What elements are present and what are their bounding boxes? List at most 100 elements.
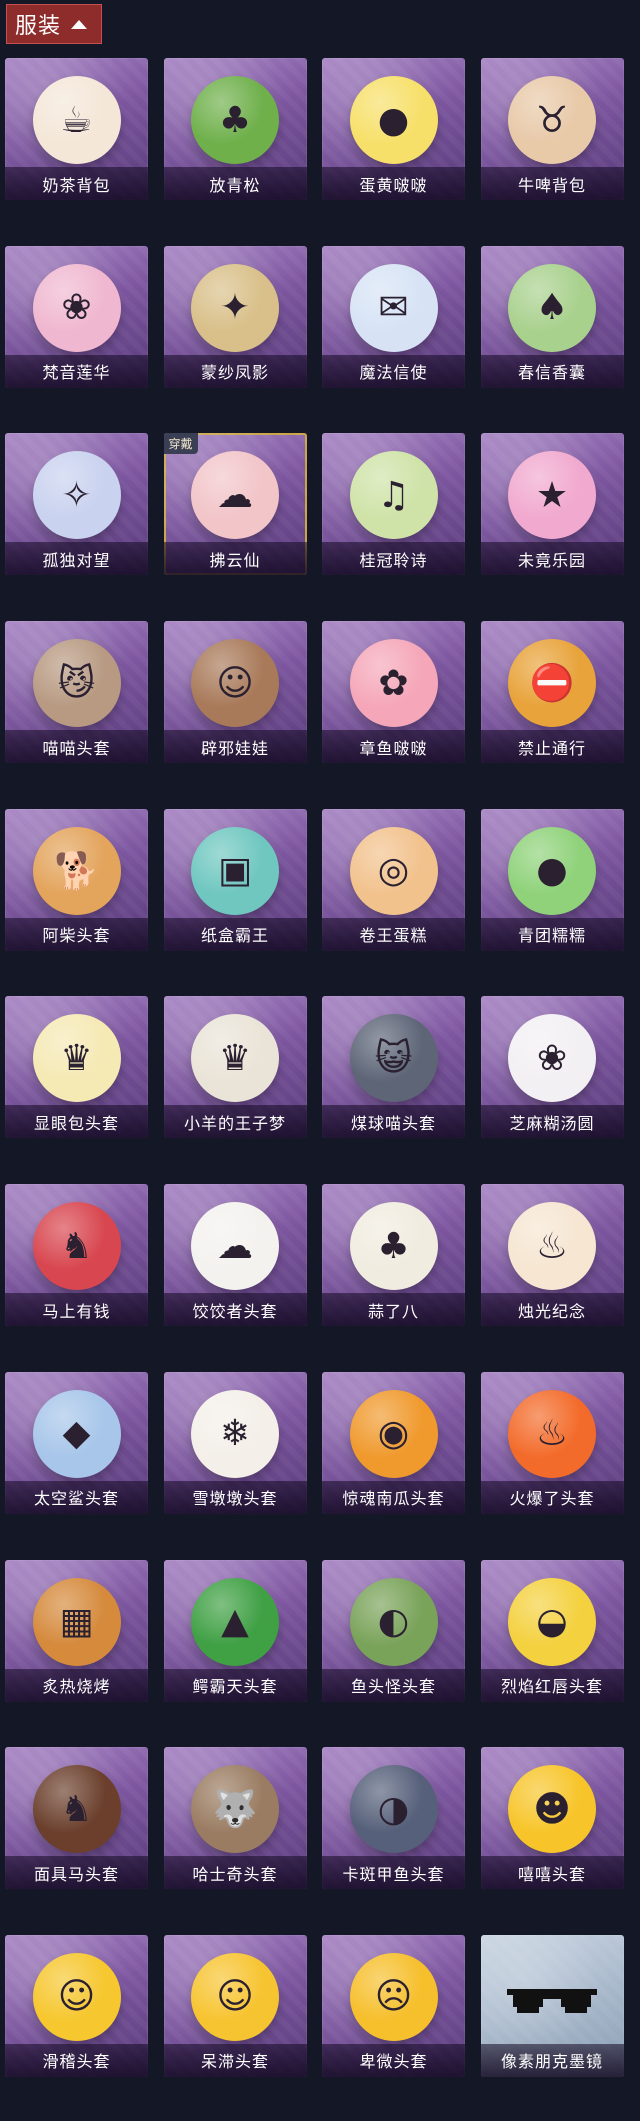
item-artwork: ☺	[191, 639, 279, 728]
item-card[interactable]: ♣ 放青松	[163, 58, 307, 200]
item-icon: ☺	[216, 662, 254, 704]
item-card[interactable]: ☕ 奶茶背包	[5, 58, 148, 200]
item-label-bar: 蒜了八	[322, 1293, 465, 1327]
item-card[interactable]: ❄ 雪墩墩头套	[163, 1371, 307, 1514]
item-card[interactable]: ♨ 火爆了头套	[480, 1371, 624, 1514]
item-card[interactable]: ◑ 卡斑甲鱼头套	[322, 1747, 465, 1890]
item-label: 鱼头怪头套	[350, 1677, 436, 1696]
item-card[interactable]: ✦ 蒙纱凤影	[163, 245, 307, 388]
item-icon: ♉	[535, 99, 569, 141]
item-icon: ●	[536, 850, 568, 892]
item-artwork: ♣	[349, 1202, 438, 1291]
item-label-bar: 纸盒霸王	[163, 917, 307, 951]
item-label-bar: 烛光纪念	[480, 1293, 624, 1327]
item-card[interactable]: ◐ 鱼头怪头套	[322, 1559, 465, 1702]
item-artwork: ✿	[349, 639, 438, 728]
item-label-bar: 炙热烧烤	[5, 1668, 148, 1702]
item-label: 面具马头套	[33, 1864, 119, 1884]
chevron-up-icon[interactable]	[71, 19, 88, 29]
item-card[interactable]: 🐕 阿柴头套	[5, 808, 148, 951]
item-artwork: 🐺	[191, 1765, 279, 1854]
item-card[interactable]: ♛ 小羊的王子梦	[163, 996, 307, 1139]
item-card[interactable]: ☁ 饺饺者头套	[163, 1184, 307, 1327]
item-card[interactable]: ♫ 桂冠聆诗	[322, 433, 465, 576]
item-label: 禁止通行	[517, 738, 586, 758]
item-card[interactable]: ▣ 纸盒霸王	[163, 808, 307, 951]
item-label: 喵喵头套	[42, 738, 111, 758]
item-artwork: ♫	[349, 451, 438, 540]
item-card[interactable]: 像素朋克墨镜	[480, 1934, 624, 2077]
item-card[interactable]: ▲ 鳄霸天头套	[163, 1559, 307, 1702]
item-label-bar: 雪墩墩头套	[163, 1480, 307, 1514]
item-card[interactable]: ☺ 辟邪娃娃	[163, 621, 307, 764]
item-icon: ☺	[57, 1976, 96, 2018]
item-label-bar: 章鱼啵啵	[322, 730, 465, 764]
item-card[interactable]: ♛ 显眼包头套	[5, 996, 148, 1139]
item-artwork: ☹	[349, 1952, 438, 2041]
item-label: 芝麻糊汤圆	[509, 1113, 595, 1133]
item-card[interactable]: ⛔ 禁止通行	[480, 621, 624, 764]
item-card[interactable]: ❀ 梵音莲华	[5, 245, 148, 388]
item-artwork: ●	[349, 76, 438, 164]
item-card[interactable]: ♞ 面具马头套	[5, 1747, 148, 1890]
item-card[interactable]: ● 蛋黄啵啵	[322, 58, 465, 200]
item-card[interactable]: 😺 煤球喵头套	[322, 996, 465, 1139]
item-card[interactable]: ☹ 卑微头套	[322, 1934, 465, 2077]
item-icon: ⛔	[529, 663, 575, 705]
category-tab-clothing[interactable]: 服装	[6, 4, 102, 44]
item-label: 嘻嘻头套	[517, 1864, 586, 1884]
item-label-bar: 惊魂南瓜头套	[322, 1480, 465, 1514]
item-label-bar: 卷王蛋糕	[322, 917, 465, 951]
item-icon: ▲	[221, 1601, 249, 1642]
item-artwork: ♠	[508, 263, 596, 352]
item-icon: ✦	[219, 287, 251, 329]
item-card[interactable]: ☻ 嘻嘻头套	[480, 1747, 624, 1890]
item-label-bar: 太空鲨头套	[5, 1480, 148, 1514]
item-card[interactable]: ◎ 卷王蛋糕	[322, 808, 465, 951]
item-card[interactable]: ♉ 牛啤背包	[480, 58, 624, 200]
item-artwork: ☁	[191, 1202, 279, 1291]
item-icon: ☁	[217, 474, 253, 516]
item-card[interactable]: ◉ 惊魂南瓜头套	[322, 1371, 465, 1514]
item-card[interactable]: ♨ 烛光纪念	[480, 1184, 624, 1327]
item-card[interactable]: 😼 喵喵头套	[5, 621, 148, 764]
item-icon: 😼	[57, 662, 96, 704]
item-card[interactable]: ✉ 魔法信使	[322, 245, 465, 388]
item-card[interactable]: ✧ 孤独对望	[5, 433, 148, 576]
item-card[interactable]: ✿ 章鱼啵啵	[322, 621, 465, 764]
item-label: 奶茶背包	[42, 175, 111, 195]
item-card[interactable]: ☺ 滑稽头套	[5, 1934, 148, 2077]
item-card[interactable]: ★ 未竟乐园	[480, 433, 624, 576]
item-card[interactable]: ♞ 马上有钱	[5, 1184, 148, 1327]
item-icon: ▦	[59, 1601, 94, 1642]
item-card[interactable]: ♠ 春信香囊	[480, 245, 624, 388]
item-label: 春信香囊	[517, 363, 586, 383]
item-card[interactable]: ◒ 烈焰红唇头套	[480, 1559, 624, 1702]
item-card[interactable]: ♣ 蒜了八	[322, 1184, 465, 1327]
item-label-bar: 饺饺者头套	[163, 1293, 307, 1327]
item-card[interactable]: ☺ 呆滞头套	[163, 1934, 307, 2077]
item-card[interactable]: ◆ 太空鲨头套	[5, 1371, 148, 1514]
item-card[interactable]: ❀ 芝麻糊汤圆	[480, 996, 624, 1139]
item-artwork: ☁	[191, 451, 279, 540]
item-label: 滑稽头套	[42, 2052, 111, 2072]
item-label-bar: 滑稽头套	[5, 2043, 148, 2077]
item-label: 蒜了八	[367, 1301, 419, 1321]
item-icon: ◆	[62, 1413, 91, 1455]
item-artwork: ☻	[508, 1765, 596, 1854]
item-label: 章鱼啵啵	[359, 738, 428, 758]
item-artwork: ✧	[32, 451, 121, 540]
item-label-bar: 呆滞头套	[163, 2043, 307, 2077]
item-card[interactable]: ▦ 炙热烧烤	[5, 1559, 148, 1702]
item-icon: ✿	[378, 662, 409, 704]
item-artwork: 🐕	[32, 826, 121, 915]
item-icon: ☁	[217, 1225, 253, 1267]
item-label-bar: 卡斑甲鱼头套	[322, 1856, 465, 1890]
item-card[interactable]: ● 青团糯糯	[480, 808, 624, 951]
item-artwork: ★	[508, 451, 596, 540]
item-label: 太空鲨头套	[33, 1489, 119, 1509]
item-icon: ❀	[536, 1037, 568, 1079]
item-card[interactable]: 🐺 哈士奇头套	[163, 1747, 307, 1890]
item-label-bar: 马上有钱	[5, 1293, 148, 1327]
item-card[interactable]: 穿戴 ☁ 拂云仙	[163, 433, 307, 576]
